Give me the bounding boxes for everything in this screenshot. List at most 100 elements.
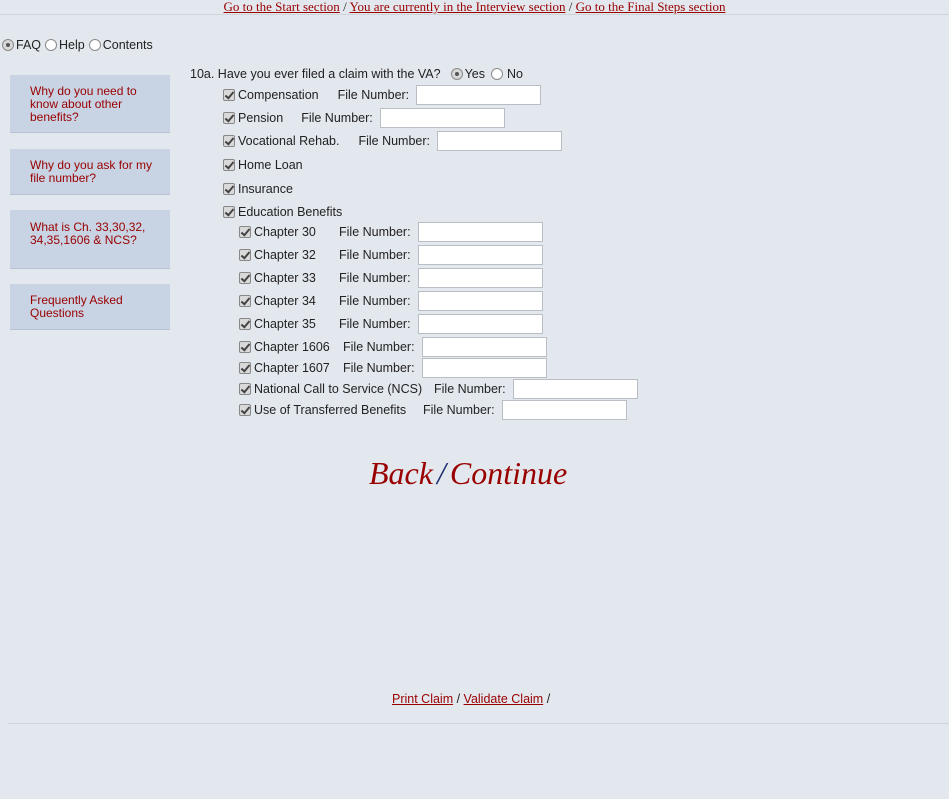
- faq-item-label: What is Ch. 33,30,32,34,35,1606 & NCS?: [30, 220, 146, 247]
- home-loan-checkbox[interactable]: [223, 159, 235, 171]
- file-number-label: File Number:: [358, 134, 431, 148]
- faq-item-chapters[interactable]: What is Ch. 33,30,32,34,35,1606 & NCS?: [10, 210, 170, 269]
- contents-radio[interactable]: [88, 39, 101, 51]
- nav-separator: /: [436, 455, 446, 491]
- contents-label: Contents: [102, 38, 153, 52]
- yes-label: Yes: [464, 67, 485, 81]
- help-radio[interactable]: [45, 39, 58, 51]
- education-label: Chapter 1606: [254, 340, 330, 354]
- print-claim-link[interactable]: Print Claim: [392, 692, 453, 706]
- benefit-row-compensation: Compensation File Number:: [223, 85, 542, 105]
- no-label: No: [507, 67, 523, 81]
- education-row-ncs: National Call to Service (NCS) File Numb…: [239, 379, 638, 399]
- help-label: Help: [59, 38, 85, 52]
- benefit-label: Insurance: [238, 182, 293, 196]
- chapter-33-checkbox[interactable]: [239, 272, 251, 284]
- benefit-row-education: Education Benefits: [223, 202, 342, 222]
- ncs-file-number-input[interactable]: [512, 379, 638, 399]
- file-number-label: File Number:: [423, 403, 495, 417]
- file-number-label: File Number:: [337, 88, 410, 102]
- file-number-label: File Number:: [434, 382, 506, 396]
- chapter-35-checkbox[interactable]: [239, 318, 251, 330]
- chapter-1606-file-number-input[interactable]: [421, 337, 547, 357]
- education-label: Chapter 34: [254, 294, 316, 308]
- faq-item-label: Frequently Asked Questions: [30, 293, 123, 320]
- faq-item-frequently-asked[interactable]: Frequently Asked Questions: [10, 284, 170, 330]
- ncs-checkbox[interactable]: [239, 383, 251, 395]
- file-number-label: File Number:: [343, 361, 415, 375]
- panel-option-help[interactable]: Help: [45, 38, 85, 52]
- yes-radio[interactable]: [450, 68, 463, 80]
- education-benefits-checkbox[interactable]: [223, 206, 235, 218]
- file-number-label: File Number:: [339, 271, 411, 285]
- education-row-chapter-35: Chapter 35 File Number:: [239, 314, 543, 334]
- compensation-file-number-input[interactable]: [416, 85, 542, 105]
- final-steps-section-link[interactable]: Go to the Final Steps section: [576, 0, 726, 14]
- continue-link[interactable]: Continue: [450, 455, 567, 491]
- education-label: Chapter 30: [254, 225, 316, 239]
- interview-section-link[interactable]: You are currently in the Interview secti…: [349, 0, 565, 14]
- education-row-chapter-30: Chapter 30 File Number:: [239, 222, 543, 242]
- chapter-32-checkbox[interactable]: [239, 249, 251, 261]
- benefit-row-pension: Pension File Number:: [223, 108, 505, 128]
- file-number-label: File Number:: [343, 340, 415, 354]
- breadcrumb-separator: /: [339, 0, 350, 14]
- benefit-label: Compensation: [238, 88, 319, 102]
- faq-item-other-benefits[interactable]: Why do you need to know about other bene…: [10, 75, 170, 133]
- vocational-rehab-checkbox[interactable]: [223, 135, 235, 147]
- back-link[interactable]: Back: [369, 455, 433, 491]
- insurance-checkbox[interactable]: [223, 183, 235, 195]
- education-label: Chapter 1607: [254, 361, 330, 375]
- file-number-label: File Number:: [339, 248, 411, 262]
- faq-radio[interactable]: [2, 39, 14, 51]
- chapter-1607-file-number-input[interactable]: [421, 358, 547, 378]
- file-number-label: File Number:: [339, 225, 411, 239]
- education-row-chapter-1606: Chapter 1606 File Number:: [239, 337, 547, 357]
- education-row-chapter-33: Chapter 33 File Number:: [239, 268, 543, 288]
- vocational-rehab-file-number-input[interactable]: [437, 131, 563, 151]
- benefit-row-insurance: Insurance: [223, 179, 293, 199]
- education-row-chapter-32: Chapter 32 File Number:: [239, 245, 543, 265]
- page-navigation: Back / Continue: [369, 455, 567, 491]
- start-section-link[interactable]: Go to the Start section: [224, 0, 340, 14]
- chapter-1607-checkbox[interactable]: [239, 362, 251, 374]
- chapter-33-file-number-input[interactable]: [417, 268, 543, 288]
- benefit-label: Home Loan: [238, 158, 303, 172]
- education-label: Chapter 32: [254, 248, 316, 262]
- benefit-label: Pension: [238, 111, 284, 125]
- pension-file-number-input[interactable]: [379, 108, 505, 128]
- pension-checkbox[interactable]: [223, 112, 235, 124]
- chapter-35-file-number-input[interactable]: [417, 314, 543, 334]
- faq-item-file-number[interactable]: Why do you ask for my file number?: [10, 149, 170, 195]
- chapter-1606-checkbox[interactable]: [239, 341, 251, 353]
- faq-item-label: Why do you need to know about other bene…: [30, 84, 137, 124]
- footer-separator: /: [453, 692, 464, 706]
- file-number-label: File Number:: [339, 317, 411, 331]
- panel-selector: FAQ Help Contents: [2, 37, 157, 53]
- education-label: Chapter 33: [254, 271, 316, 285]
- question-text: 10a. Have you ever filed a claim with th…: [190, 67, 441, 81]
- chapter-34-checkbox[interactable]: [239, 295, 251, 307]
- benefit-row-home-loan: Home Loan: [223, 155, 303, 175]
- benefit-label: Education Benefits: [238, 205, 343, 219]
- chapter-30-file-number-input[interactable]: [417, 222, 543, 242]
- breadcrumb-separator: /: [565, 0, 576, 14]
- chapter-32-file-number-input[interactable]: [417, 245, 543, 265]
- file-number-label: File Number:: [301, 111, 373, 125]
- transferred-benefits-file-number-input[interactable]: [501, 400, 627, 420]
- panel-option-faq[interactable]: FAQ: [2, 38, 41, 52]
- transferred-benefits-checkbox[interactable]: [239, 404, 251, 416]
- no-radio[interactable]: [491, 68, 503, 80]
- benefit-row-vocational-rehab: Vocational Rehab. File Number:: [223, 131, 563, 151]
- panel-option-contents[interactable]: Contents: [88, 38, 153, 52]
- education-label: National Call to Service (NCS): [254, 382, 423, 396]
- compensation-checkbox[interactable]: [223, 89, 235, 101]
- education-row-transferred: Use of Transferred Benefits File Number:: [239, 400, 627, 420]
- benefit-label: Vocational Rehab.: [238, 134, 340, 148]
- chapter-34-file-number-input[interactable]: [417, 291, 543, 311]
- education-label: Use of Transferred Benefits: [254, 403, 407, 417]
- validate-claim-link[interactable]: Validate Claim: [464, 692, 544, 706]
- question-10a: 10a. Have you ever filed a claim with th…: [190, 67, 523, 81]
- chapter-30-checkbox[interactable]: [239, 226, 251, 238]
- education-row-chapter-1607: Chapter 1607 File Number:: [239, 358, 547, 378]
